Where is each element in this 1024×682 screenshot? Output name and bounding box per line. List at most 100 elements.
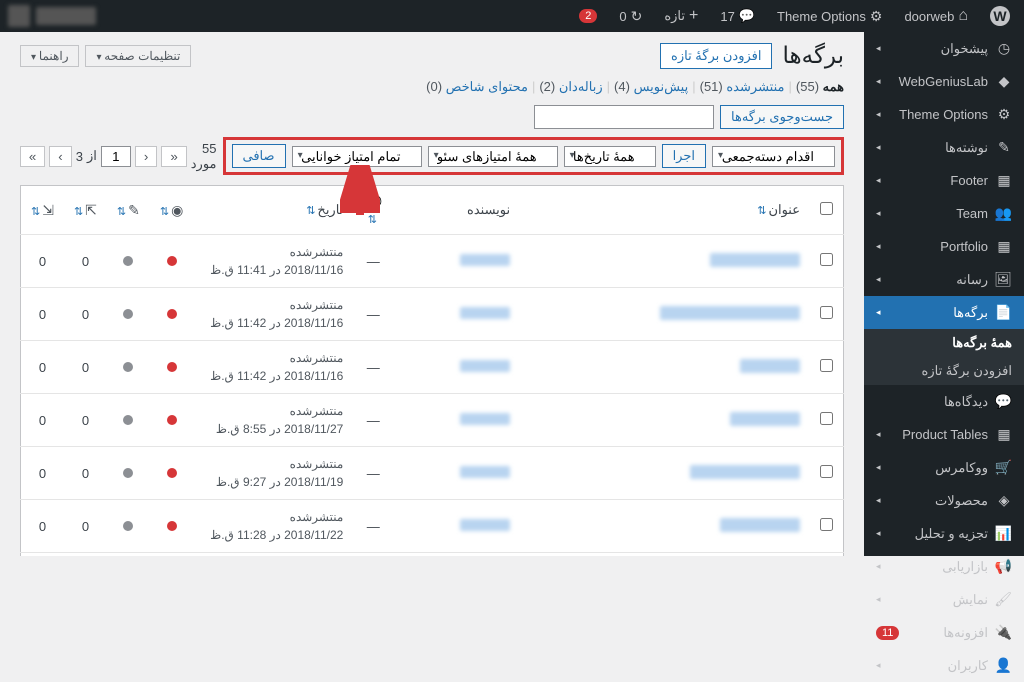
site-name-link[interactable]: doorweb [898,7,974,25]
col-links-out[interactable]: ⇱ [64,186,107,235]
row-checkbox[interactable] [820,465,833,478]
row-title[interactable] [520,553,810,557]
row-date: منتشرشده2018/11/16 در 11:42 ق.ظ [193,288,353,341]
prev-page-button[interactable]: ‹ [135,146,157,167]
menu-webgeniuslab[interactable]: ◆WebGeniusLab◂ [864,65,1024,98]
row-author[interactable] [393,447,520,500]
apply-bulk-button[interactable]: اجرا [662,144,706,168]
next-page-button[interactable]: › [49,146,71,167]
col-title[interactable]: عنوان [520,186,810,235]
row-title[interactable] [520,288,810,341]
row-read-dot [107,394,150,447]
last-page-button[interactable]: » [20,146,45,167]
col-read-icon[interactable]: ✎ [107,186,150,235]
menu-woocommerce[interactable]: 🛒ووکامرس◂ [864,451,1024,484]
comment-icon [739,8,755,24]
filter-cornerstone[interactable]: محتوای شاخص [446,79,528,94]
filter-trash[interactable]: زباله‌دان [559,79,603,94]
menu-footer[interactable]: ▦Footer◂ [864,164,1024,197]
screen-options-button[interactable]: تنظیمات صفحه [85,45,191,67]
row-author[interactable] [393,394,520,447]
filters-row: اقدام دسته‌جمعی اجرا همهٔ تاریخ‌ها همهٔ … [20,137,844,175]
bulk-action-select[interactable]: اقدام دسته‌جمعی [712,146,835,167]
menu-plugins[interactable]: 🔌افزونه‌ها11 [864,616,1024,649]
filter-published[interactable]: منتشرشده [726,79,784,94]
row-checkbox[interactable] [820,306,833,319]
readability-filter-select[interactable]: تمام امتیاز خوانایی [292,146,422,167]
select-all-checkbox[interactable] [820,202,833,215]
row-checkbox[interactable] [820,253,833,266]
page-header: برگه‌ها افزودن برگهٔ تازه تنظیمات صفحه ر… [20,42,844,69]
table-row: —منتشرشده2018/11/22 در 11:28 ق.ظ00 [21,500,844,553]
row-title[interactable] [520,341,810,394]
row-links-in: 0 [21,288,64,341]
filter-all[interactable]: همه [823,79,844,94]
user-account[interactable] [8,5,96,27]
row-author[interactable] [393,235,520,288]
row-seo-dot [150,341,193,394]
row-comments: — [353,288,393,341]
help-button[interactable]: راهنما [20,45,79,67]
theme-options-link[interactable]: Theme Options [771,8,888,25]
row-author[interactable] [393,553,520,557]
row-read-dot [107,447,150,500]
row-links-in: 0 [21,553,64,557]
menu-posts[interactable]: ✎نوشته‌ها◂ [864,131,1024,164]
menu-product-tables[interactable]: ▦Product Tables◂ [864,418,1024,451]
menu-media[interactable]: 🖼رسانه◂ [864,263,1024,296]
new-content-link[interactable]: تازه [658,7,704,25]
menu-users[interactable]: 👤کاربران◂ [864,649,1024,682]
table-row: —منتشرشده2018/11/16 در 11:41 ق.ظ00 [21,235,844,288]
menu-dashboard[interactable]: ◷پیشخوان◂ [864,32,1024,65]
row-title[interactable] [520,447,810,500]
menu-products[interactable]: ◈محصولات◂ [864,484,1024,517]
col-date[interactable]: تاریخ [193,186,353,235]
status-filters: همه (55) | منتشرشده (51) | پیش‌نویس (4) … [20,79,844,95]
search-input[interactable] [534,105,714,129]
menu-team[interactable]: 👥Team◂ [864,197,1024,230]
menu-portfolio[interactable]: ▦Portfolio◂ [864,230,1024,263]
col-author[interactable]: نویسنده [393,186,520,235]
filter-button[interactable]: صافی [232,144,286,168]
col-seo-icon[interactable]: ◉ [150,186,193,235]
menu-marketing[interactable]: 📢بازاریابی◂ [864,550,1024,583]
menu-appearance[interactable]: 🖌نمایش◂ [864,583,1024,616]
row-author[interactable] [393,500,520,553]
current-page-input[interactable] [101,146,131,167]
date-filter-select[interactable]: همهٔ تاریخ‌ها [564,146,656,167]
menu-pages[interactable]: 📄برگه‌ها◂ [864,296,1024,329]
row-checkbox[interactable] [820,518,833,531]
search-pages-button[interactable]: جست‌وجوی برگه‌ها [720,105,844,129]
menu-analytics[interactable]: 📊تجزیه و تحلیل◂ [864,517,1024,550]
table-row: —منتشرشده2018/11/16 در 11:17 ق.ظ00 [21,553,844,557]
add-new-button[interactable]: افزودن برگهٔ تازه [660,43,772,69]
table-row: —منتشرشده2018/11/16 در 11:42 ق.ظ00 [21,341,844,394]
row-title[interactable] [520,394,810,447]
submenu-add-page[interactable]: افزودن برگهٔ تازه [864,357,1024,385]
first-page-button[interactable]: « [161,146,186,167]
table-row: —منتشرشده2018/11/19 در 9:27 ق.ظ00 [21,447,844,500]
row-author[interactable] [393,288,520,341]
table-row: —منتشرشده2018/11/16 در 11:42 ق.ظ00 [21,288,844,341]
row-checkbox[interactable] [820,412,833,425]
menu-comments[interactable]: 💬دیدگاه‌ها [864,385,1024,418]
row-title[interactable] [520,235,810,288]
avatar-blurred [8,5,30,27]
row-read-dot [107,341,150,394]
comments-link[interactable]: 17 [714,8,761,24]
row-title[interactable] [520,500,810,553]
seo-filter-select[interactable]: همهٔ امتیازهای سئو [428,146,558,167]
refresh-link[interactable]: 0 [613,8,648,25]
filter-draft[interactable]: پیش‌نویس [634,79,689,94]
row-checkbox[interactable] [820,359,833,372]
menu-theme-options[interactable]: ⚙Theme Options◂ [864,98,1024,131]
row-comments: — [353,341,393,394]
col-links-in[interactable]: ⇲ [21,186,64,235]
submenu-all-pages[interactable]: همهٔ برگه‌ها [864,329,1024,357]
wp-logo[interactable]: W [984,6,1016,26]
updates-link[interactable]: 2 [573,9,603,23]
table-row: —منتشرشده2018/11/27 در 8:55 ق.ظ00 [21,394,844,447]
pagination: 55 مورد « ‹ از 3 › » [20,141,217,172]
row-date: منتشرشده2018/11/16 در 11:41 ق.ظ [193,235,353,288]
row-author[interactable] [393,341,520,394]
